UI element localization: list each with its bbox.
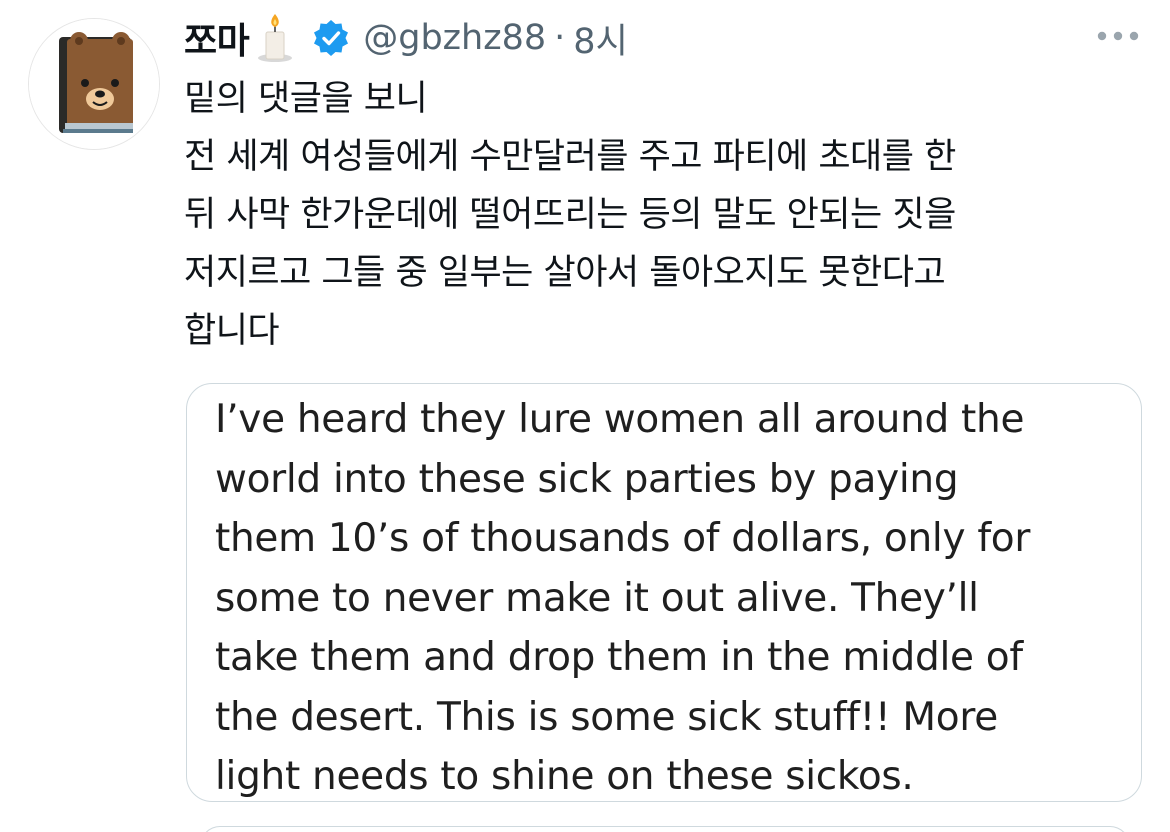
tweet[interactable]: 쪼마 @gbzhz88 · 8시 밑의 댓글을 보니 전 세계 여성들에게 수만 <box>0 0 1170 832</box>
tweet-text-line: 합니다 <box>184 311 280 351</box>
more-horizontal-icon[interactable] <box>1094 28 1142 44</box>
tweet-header: 쪼마 @gbzhz88 · 8시 <box>184 10 628 66</box>
avatar[interactable] <box>28 18 160 150</box>
display-name[interactable]: 쪼마 <box>184 12 250 64</box>
verified-badge-icon <box>311 18 351 58</box>
tweet-text-line: 밑의 댓글을 보니 <box>184 79 428 119</box>
quoted-text-line: them 10’s of thousands of dollars, only … <box>215 516 1031 561</box>
quoted-text-line: take them and drop them in the middle of <box>215 635 1023 680</box>
quoted-text-line: light needs to shine on these sickos. <box>215 754 914 799</box>
quoted-text-line: the desert. This is some sick stuff!! Mo… <box>215 694 998 740</box>
tweet-text: 밑의 댓글을 보니 전 세계 여성들에게 수만달러를 주고 파티에 초대를 한 … <box>184 70 1144 360</box>
quoted-text-line: world into these sick parties by paying <box>215 456 959 502</box>
separator-dot: · <box>554 18 566 58</box>
candle-icon <box>255 12 295 64</box>
quoted-text: I’ve heard they lure women all around th… <box>215 390 1125 807</box>
bear-book-avatar-icon <box>29 19 159 149</box>
tweet-text-line: 전 세계 여성들에게 수만달러를 주고 파티에 초대를 한 <box>184 137 956 177</box>
next-media-card-edge[interactable] <box>200 826 1130 832</box>
user-handle[interactable]: @gbzhz88 <box>363 18 546 58</box>
quoted-image-card[interactable]: I’ve heard they lure women all around th… <box>186 383 1142 802</box>
timestamp[interactable]: 8시 <box>573 13 627 64</box>
quoted-text-line: some to never make it out alive. They’ll <box>215 575 979 621</box>
tweet-text-line: 저지르고 그들 중 일부는 살아서 돌아오지도 못한다고 <box>184 253 946 293</box>
quoted-text-line: I’ve heard they lure women all around th… <box>215 397 1025 442</box>
tweet-text-line: 뒤 사막 한가운데에 떨어뜨리는 등의 말도 안되는 짓을 <box>184 195 956 235</box>
